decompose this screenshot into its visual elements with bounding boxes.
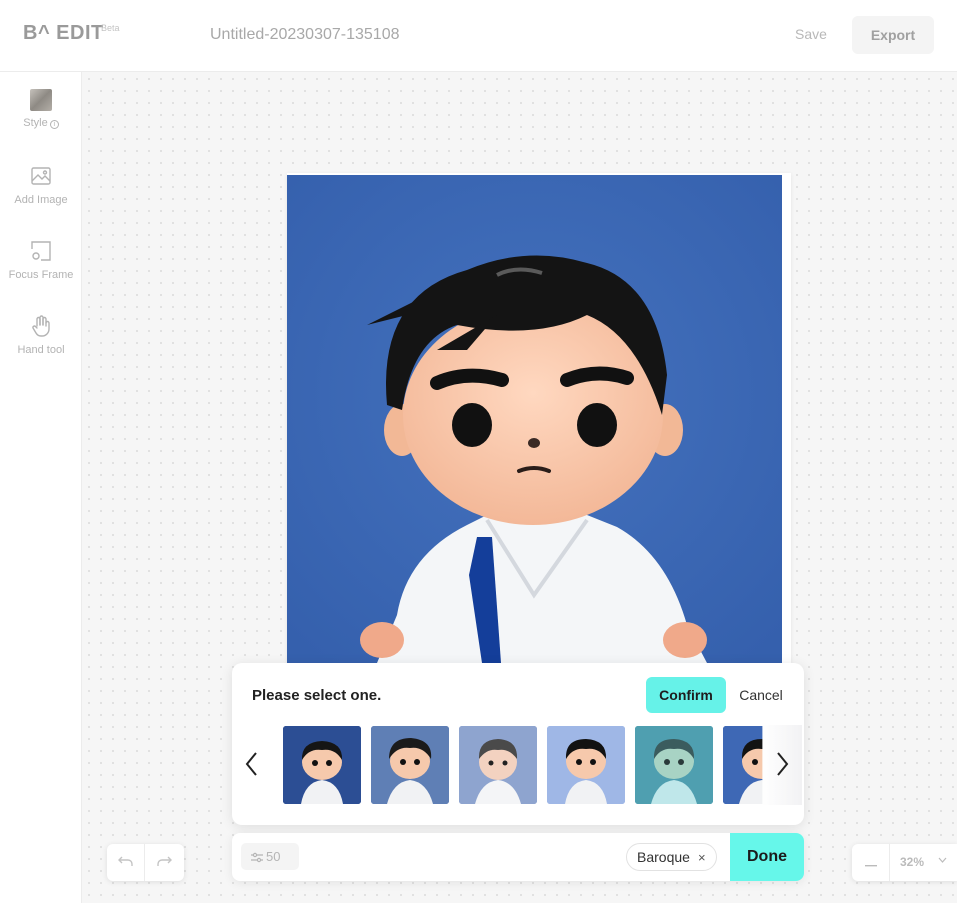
previous-button[interactable] [240,735,264,795]
history-controls [107,844,184,881]
generation-bar: 50 Baroque × Done [232,833,804,881]
sidebar-item-label: Style [23,117,48,129]
close-icon[interactable]: × [698,850,706,865]
save-button[interactable]: Save [787,18,835,50]
panel-title: Please select one. [252,687,382,704]
confirm-button[interactable]: Confirm [646,677,726,713]
sliders-icon [251,852,263,863]
chevron-left-icon [245,751,257,776]
logo-text: B^ EDIT [23,22,104,44]
sidebar-item-add-image[interactable]: Add Image [0,164,82,220]
zoom-out-button[interactable] [852,844,890,881]
redo-button[interactable] [145,844,183,881]
sidebar-item-style[interactable]: Style i [0,88,82,144]
image-icon [31,167,51,185]
variant-thumbnail-3[interactable] [459,726,537,804]
app-logo: B^ EDIT Beta [23,22,120,45]
strength-control[interactable]: 50 [241,843,299,870]
variant-image [459,726,537,804]
next-button[interactable] [762,725,802,805]
redo-icon [157,856,172,866]
tool-sidebar: Style i Add Image Focus Frame Hand tool [0,72,82,903]
sidebar-item-label: Hand tool [17,344,65,356]
variant-thumbnail-1[interactable] [283,726,361,804]
variant-image [547,726,625,804]
export-button[interactable]: Export [852,16,934,54]
style-chip[interactable]: Baroque × [626,843,717,871]
style-thumbnail-icon [30,89,52,111]
style-chip-label: Baroque [637,849,690,865]
cancel-button[interactable]: Cancel [734,677,788,713]
strength-value: 50 [266,849,281,864]
variant-thumbnails [283,726,763,804]
character-illustration [287,175,782,663]
hand-icon [32,315,50,337]
done-button[interactable]: Done [730,833,804,881]
variant-image [723,726,763,804]
document-title[interactable]: Untitled-20230307-135108 [210,26,399,44]
variant-image [371,726,449,804]
undo-icon [117,856,133,866]
minus-icon [864,864,877,866]
sidebar-item-hand-tool[interactable]: Hand tool [0,314,82,370]
zoom-level[interactable]: 32% [900,855,924,869]
variant-image [283,726,361,804]
zoom-controls: 32% [852,844,957,881]
sidebar-item-focus-frame[interactable]: Focus Frame [0,239,82,295]
selection-panel: Please select one. Confirm Cancel [232,663,804,825]
sidebar-item-label: Focus Frame [8,269,74,281]
variant-thumbnail-5[interactable] [635,726,713,804]
sidebar-item-label: Add Image [14,194,68,206]
chevron-right-icon [777,751,789,776]
variant-thumbnail-6[interactable] [723,726,763,804]
beta-label: Beta [101,23,120,33]
variant-thumbnail-2[interactable] [371,726,449,804]
variant-thumbnail-4[interactable] [547,726,625,804]
variant-image [635,726,713,804]
info-icon[interactable]: i [49,120,59,129]
chevron-down-icon[interactable] [938,857,947,863]
artboard-image[interactable] [287,175,782,663]
top-header: B^ EDIT Beta Untitled-20230307-135108 Sa… [0,0,957,72]
focus-frame-icon [31,241,51,261]
undo-button[interactable] [107,844,145,881]
